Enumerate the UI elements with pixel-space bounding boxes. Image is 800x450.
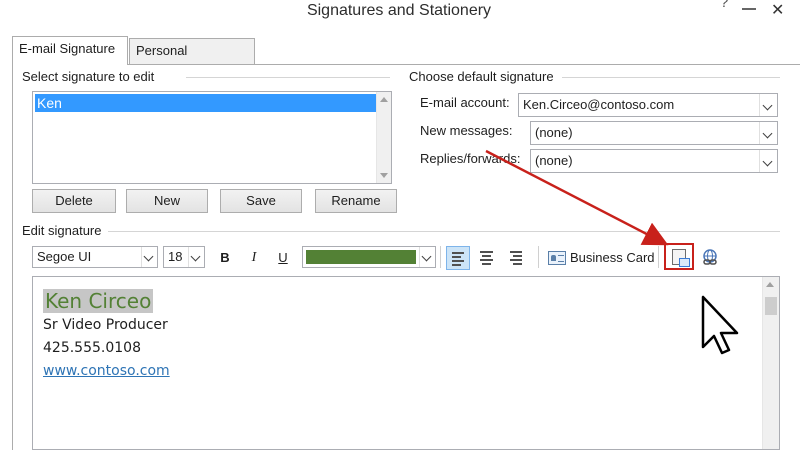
- signature-editor[interactable]: Ken Circeo Sr Video Producer 425.555.010…: [32, 276, 780, 450]
- close-button[interactable]: ✕: [771, 0, 784, 24]
- hyperlink-icon[interactable]: [700, 248, 720, 268]
- rename-button[interactable]: Rename: [315, 189, 397, 213]
- edit-signature-label: Edit signature: [22, 223, 102, 238]
- select-signature-label: Select signature to edit: [22, 69, 155, 84]
- group-divider: [108, 231, 780, 232]
- scroll-down-icon[interactable]: [380, 173, 388, 178]
- save-button[interactable]: Save: [220, 189, 302, 213]
- minimize-icon[interactable]: [742, 8, 756, 10]
- business-card-icon: [548, 251, 566, 265]
- business-card-button[interactable]: Business Card: [546, 247, 655, 269]
- window-title: Signatures and Stationery: [0, 2, 800, 20]
- font-select[interactable]: Segoe UI: [32, 246, 158, 268]
- insert-picture-button[interactable]: [664, 243, 694, 270]
- delete-button[interactable]: Delete: [32, 189, 116, 213]
- chevron-down-icon[interactable]: [188, 247, 204, 267]
- toolbar-separator: [440, 246, 441, 268]
- scroll-up-icon[interactable]: [766, 282, 774, 287]
- signature-list[interactable]: Ken: [32, 91, 392, 184]
- underline-button[interactable]: U: [272, 247, 294, 269]
- toolbar-separator: [658, 246, 659, 268]
- email-account-label: E-mail account:: [420, 95, 510, 110]
- editor-scrollbar[interactable]: [762, 277, 779, 449]
- list-scrollbar[interactable]: [376, 92, 391, 183]
- signature-title[interactable]: Sr Video Producer: [43, 317, 168, 333]
- group-divider: [186, 77, 390, 78]
- chevron-down-icon[interactable]: [419, 247, 435, 267]
- title-bar: Signatures and Stationery ? ✕: [0, 0, 800, 28]
- italic-button[interactable]: I: [243, 247, 265, 269]
- bold-button[interactable]: B: [214, 247, 236, 269]
- scroll-up-icon[interactable]: [380, 97, 388, 102]
- toolbar-separator: [538, 246, 539, 268]
- insert-picture-icon: [672, 249, 690, 267]
- font-value: Segoe UI: [37, 249, 92, 264]
- font-size-value: 18: [168, 249, 183, 264]
- new-messages-select[interactable]: (none): [530, 121, 778, 145]
- email-account-select[interactable]: Ken.Circeo@contoso.com: [518, 93, 778, 117]
- chevron-down-icon[interactable]: [759, 94, 777, 116]
- signature-phone[interactable]: 425.555.0108: [43, 340, 141, 356]
- group-divider: [562, 77, 780, 78]
- tab-personal-stationery[interactable]: Personal Stationery: [129, 38, 255, 82]
- tab-email-signature[interactable]: E-mail Signature: [12, 36, 128, 65]
- signature-name[interactable]: Ken Circeo: [43, 289, 154, 313]
- replies-forwards-label: Replies/forwards:: [420, 151, 521, 166]
- chevron-down-icon[interactable]: [141, 247, 157, 267]
- signature-website-link[interactable]: www.contoso.com: [43, 363, 170, 379]
- email-account-value: Ken.Circeo@contoso.com: [523, 97, 675, 112]
- align-right-button[interactable]: [504, 246, 528, 270]
- window-title-text: Signatures and Stationery: [306, 2, 492, 19]
- new-button[interactable]: New: [126, 189, 208, 213]
- default-signature-label: Choose default signature: [409, 69, 554, 84]
- new-messages-label: New messages:: [420, 123, 513, 138]
- business-card-label: Business Card: [570, 250, 655, 265]
- replies-forwards-value: (none): [535, 153, 573, 168]
- align-center-button[interactable]: [475, 246, 499, 270]
- signature-list-item[interactable]: Ken: [35, 94, 377, 112]
- font-color-select[interactable]: [302, 246, 436, 268]
- replies-forwards-select[interactable]: (none): [530, 149, 778, 173]
- new-messages-value: (none): [535, 125, 573, 140]
- align-left-button[interactable]: [446, 246, 470, 270]
- scroll-thumb[interactable]: [765, 297, 777, 315]
- chevron-down-icon[interactable]: [759, 122, 777, 144]
- help-button[interactable]: ?: [720, 0, 728, 18]
- font-color-swatch: [306, 250, 416, 264]
- chevron-down-icon[interactable]: [759, 150, 777, 172]
- font-size-select[interactable]: 18: [163, 246, 205, 268]
